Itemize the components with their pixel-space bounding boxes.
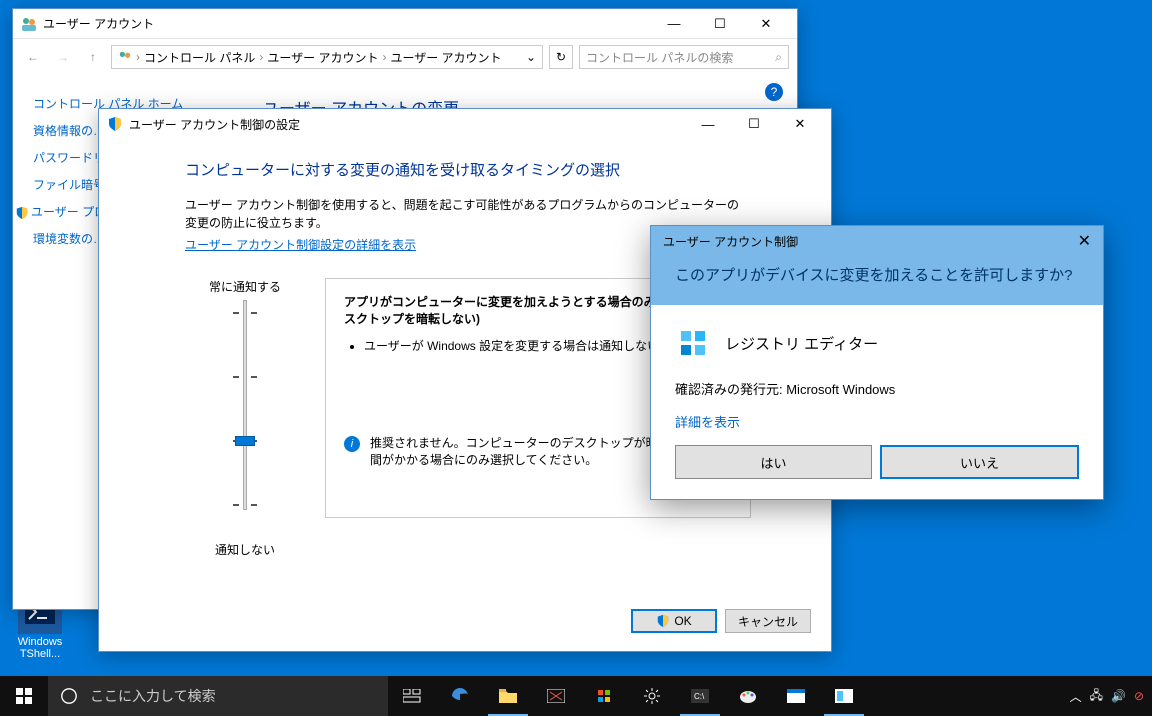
search-input[interactable]: コントロール パネルの検索 ⌕ — [579, 45, 789, 69]
maximize-button[interactable]: ☐ — [731, 110, 777, 138]
network-icon[interactable]: 🖧 — [1090, 686, 1103, 707]
app-button[interactable] — [772, 676, 820, 716]
slider-track[interactable] — [243, 300, 247, 510]
regedit-icon — [675, 325, 711, 361]
explorer-button[interactable] — [484, 676, 532, 716]
close-button[interactable]: ✕ — [743, 10, 789, 38]
cortana-icon — [60, 687, 78, 705]
users-icon — [21, 16, 37, 32]
window-title: ユーザー アカウント — [43, 15, 154, 32]
shield-icon — [656, 614, 670, 628]
dialog-title: ユーザー アカウント制御 — [663, 233, 798, 250]
close-button[interactable]: ✕ — [777, 110, 823, 138]
search-placeholder: コントロール パネルの検索 — [586, 49, 733, 66]
info-icon: i — [344, 436, 360, 452]
edge-button[interactable] — [436, 676, 484, 716]
search-icon: ⌕ — [775, 50, 782, 65]
crumb[interactable]: コントロール パネル — [144, 49, 255, 66]
users-icon — [118, 50, 132, 64]
uac-slider[interactable]: 常に通知する 通知しない — [185, 278, 305, 558]
taskbar-search[interactable]: ここに入力して検索 — [48, 676, 388, 716]
shield-icon — [107, 116, 123, 132]
tray-chevron-icon[interactable]: ︿ — [1070, 688, 1082, 705]
breadcrumb[interactable]: › コントロール パネル› ユーザー アカウント› ユーザー アカウント ⌄ — [111, 45, 543, 69]
help-link[interactable]: ユーザー アカウント制御設定の詳細を表示 — [185, 238, 416, 252]
titlebar: ユーザー アカウント ― ☐ ✕ — [13, 9, 797, 39]
publisher: 確認済みの発行元: Microsoft Windows — [675, 379, 1079, 398]
minimize-button[interactable]: ― — [685, 110, 731, 138]
refresh-button[interactable]: ↻ — [549, 45, 573, 69]
folder-icon — [499, 689, 517, 703]
nav-toolbar: ← → ↑ › コントロール パネル› ユーザー アカウント› ユーザー アカウ… — [13, 39, 797, 75]
settings-button[interactable] — [628, 676, 676, 716]
store-icon — [595, 687, 613, 705]
ok-button[interactable]: OK — [631, 609, 717, 633]
windows-icon — [16, 688, 32, 704]
cmd-button[interactable]: C:\ — [676, 676, 724, 716]
forward-button[interactable]: → — [51, 50, 75, 64]
app-name: レジストリ エディター — [725, 333, 878, 354]
task-view-button[interactable] — [388, 676, 436, 716]
titlebar: ユーザー アカウント制御 ✕ — [651, 226, 1103, 256]
no-button[interactable]: いいえ — [880, 445, 1079, 479]
gear-icon — [643, 687, 661, 705]
desktop-icon-label: Windows TShell... — [5, 636, 75, 660]
settings-heading: コンピューターに対する変更の通知を受け取るタイミングの選択 — [185, 159, 751, 180]
close-button[interactable]: ✕ — [1078, 231, 1091, 251]
snip-button[interactable] — [532, 676, 580, 716]
shield-icon — [15, 206, 29, 220]
uac-question: このアプリがデバイスに変更を加えることを許可しますか? — [651, 256, 1103, 305]
notifications-icon[interactable]: ⊘ — [1134, 689, 1144, 703]
slider-thumb[interactable] — [235, 436, 255, 446]
svg-text:C:\: C:\ — [694, 692, 705, 701]
slider-label-never: 通知しない — [185, 541, 305, 558]
uac-prompt-dialog: ユーザー アカウント制御 ✕ このアプリがデバイスに変更を加えることを許可します… — [650, 225, 1104, 500]
edge-icon — [450, 686, 470, 706]
yes-button[interactable]: はい — [675, 445, 872, 479]
paint-icon — [739, 687, 757, 705]
slider-label-always: 常に通知する — [185, 278, 305, 295]
search-placeholder: ここに入力して検索 — [90, 686, 216, 706]
control-panel-button[interactable] — [820, 676, 868, 716]
cancel-button[interactable]: キャンセル — [725, 609, 811, 633]
help-icon[interactable]: ? — [765, 83, 783, 101]
paint-button[interactable] — [724, 676, 772, 716]
start-button[interactable] — [0, 676, 48, 716]
up-button[interactable]: ↑ — [81, 50, 105, 64]
minimize-button[interactable]: ― — [651, 10, 697, 38]
maximize-button[interactable]: ☐ — [697, 10, 743, 38]
crumb[interactable]: ユーザー アカウント — [267, 49, 378, 66]
crumb[interactable]: ユーザー アカウント — [390, 49, 501, 66]
show-details-link[interactable]: 詳細を表示 — [675, 412, 1079, 431]
window-title: ユーザー アカウント制御の設定 — [129, 116, 300, 133]
store-button[interactable] — [580, 676, 628, 716]
volume-icon[interactable]: 🔊 — [1111, 689, 1126, 703]
system-tray[interactable]: ︿ 🖧 🔊 ⊘ — [1070, 686, 1152, 707]
back-button[interactable]: ← — [21, 50, 45, 64]
titlebar: ユーザー アカウント制御の設定 ― ☐ ✕ — [99, 109, 831, 139]
taskbar: ここに入力して検索 C:\ ︿ 🖧 🔊 ⊘ — [0, 676, 1152, 716]
